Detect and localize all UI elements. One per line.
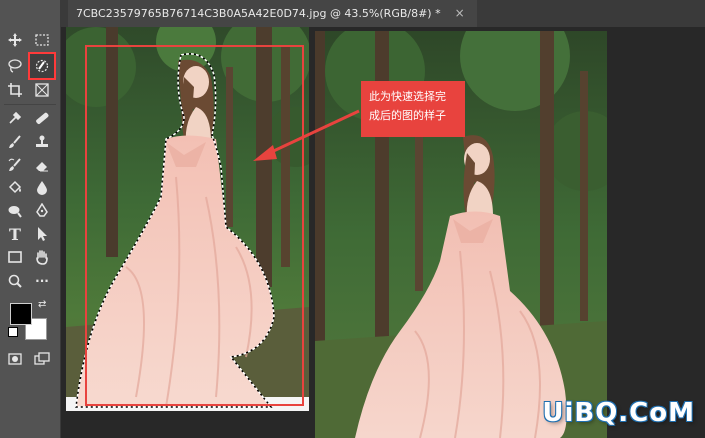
annotation-arrow <box>253 109 360 161</box>
close-icon[interactable]: × <box>455 0 465 27</box>
screen-mode-button[interactable] <box>30 347 54 371</box>
zoom-icon <box>8 274 22 288</box>
site-watermark: UiBQ.CoM <box>542 398 695 428</box>
healing-brush-tool[interactable] <box>30 106 54 130</box>
bandage-icon <box>36 112 49 124</box>
quick-selection-brush-icon <box>35 59 49 73</box>
history-brush-icon <box>8 158 21 171</box>
bucket-icon <box>8 180 22 194</box>
blur-tool[interactable] <box>30 176 54 200</box>
screen-mode-icon <box>34 352 50 365</box>
brush-tool[interactable] <box>3 130 27 154</box>
annotation-callout-line2: 成后的图的样子 <box>369 109 446 122</box>
dodge-tool[interactable] <box>3 199 27 223</box>
tools-panel: T ··· ⇄ <box>0 0 61 438</box>
default-colors-icon[interactable] <box>8 327 18 337</box>
type-tool[interactable]: T <box>3 222 27 246</box>
pen-icon <box>36 203 48 217</box>
eraser-icon <box>36 162 48 172</box>
rect-marquee-icon <box>35 34 49 46</box>
quick-selection-tool[interactable] <box>28 52 56 80</box>
move-icon <box>8 33 22 47</box>
path-selection-tool[interactable] <box>30 222 54 246</box>
more-icon: ··· <box>35 274 49 288</box>
annotation-callout: 此为快速选择完 成后的图的样子 <box>361 81 465 137</box>
annotation-highlight-box <box>85 45 304 406</box>
lasso-icon <box>8 59 22 73</box>
document-tab-bar: 7CBC23579765B76714C3B0A5A42E0D74.jpg @ 4… <box>60 0 705 27</box>
move-tool[interactable] <box>3 28 27 52</box>
type-icon: T <box>9 224 21 244</box>
drop-icon <box>37 181 47 195</box>
quick-mask-button[interactable] <box>3 347 27 371</box>
toolbar-divider <box>4 104 56 105</box>
rectangle-icon <box>8 251 22 263</box>
canvas-area[interactable]: 此为快速选择完 成后的图的样子 UiBQ.CoM <box>61 27 705 438</box>
marquee-tool[interactable] <box>30 28 54 52</box>
eyedropper-tool[interactable] <box>3 106 27 130</box>
history-brush-tool[interactable] <box>3 153 27 177</box>
swap-colors-icon[interactable]: ⇄ <box>38 299 46 310</box>
frame-icon <box>35 83 49 97</box>
eraser-tool[interactable] <box>30 153 54 177</box>
crop-tool[interactable] <box>3 78 27 102</box>
foreground-color-swatch[interactable] <box>10 303 32 325</box>
zoom-tool[interactable] <box>3 269 27 293</box>
clone-stamp-tool[interactable] <box>30 130 54 154</box>
pen-tool[interactable] <box>30 199 54 223</box>
crop-icon <box>8 83 22 97</box>
document-tab[interactable]: 7CBC23579765B76714C3B0A5A42E0D74.jpg @ 4… <box>68 0 477 27</box>
quick-mask-icon <box>8 353 22 365</box>
document-tab-title: 7CBC23579765B76714C3B0A5A42E0D74.jpg @ 4… <box>76 7 441 20</box>
rectangle-tool[interactable] <box>3 245 27 269</box>
more-tools[interactable]: ··· <box>30 269 54 293</box>
brush-icon <box>9 135 21 148</box>
stamp-icon <box>36 135 48 147</box>
dodge-icon <box>8 206 22 218</box>
hand-icon <box>36 250 48 265</box>
hand-tool[interactable] <box>30 245 54 269</box>
arrow-icon <box>38 227 47 241</box>
frame-tool[interactable] <box>30 78 54 102</box>
lasso-tool[interactable] <box>3 54 27 78</box>
paint-bucket-tool[interactable] <box>3 176 27 200</box>
eyedropper-icon <box>9 111 22 124</box>
annotation-callout-line1: 此为快速选择完 <box>369 90 446 103</box>
